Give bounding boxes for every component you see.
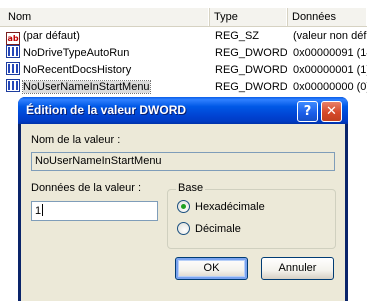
value-name-field: NoUserNameInStartMenu (31, 152, 335, 171)
radio-checked-icon (177, 200, 190, 213)
value-type: REG_DWORD (215, 64, 287, 76)
value-type: REG_DWORD (215, 47, 287, 59)
value-name: NoUserNameInStartMenu (22, 80, 151, 94)
value-type: REG_SZ (215, 30, 260, 42)
base-group: Base Hexadécimale Décimale (167, 182, 336, 249)
value-name: NoDriveTypeAutoRun (23, 47, 130, 59)
dialog-title: Édition de la valeur DWORD (26, 103, 187, 117)
close-icon: ✕ (326, 104, 337, 119)
edit-dword-dialog: Édition de la valeur DWORD ? ✕ Nom de la… (18, 97, 348, 301)
string-value-icon: ab (6, 32, 20, 45)
value-name: (par défaut) (23, 30, 80, 42)
column-header-name[interactable]: Nom (0, 8, 210, 26)
dialog-title-bar[interactable]: Édition de la valeur DWORD ? ✕ (18, 97, 348, 124)
cancel-button[interactable]: Annuler (261, 257, 334, 280)
hexadecimal-radio-label: Hexadécimale (195, 201, 265, 213)
radio-unchecked-icon (177, 222, 190, 235)
ok-button[interactable]: OK (175, 257, 248, 280)
value-data: 0x00000091 (145) (293, 47, 367, 59)
dword-value-icon (6, 62, 20, 75)
decimal-radio-label: Décimale (195, 223, 241, 235)
list-item[interactable]: ab(par défaut) REG_SZ (valeur non défini… (0, 28, 367, 45)
value-name: NoRecentDocsHistory (23, 64, 132, 76)
dword-value-icon (6, 45, 20, 58)
value-data: (valeur non définie) (293, 30, 367, 42)
list-item[interactable]: NoRecentDocsHistory REG_DWORD 0x00000001… (0, 62, 367, 78)
value-data: 0x00000000 (0) (293, 81, 367, 93)
help-icon: ? (303, 104, 312, 119)
list-item-selected[interactable]: NoUserNameInStartMenu REG_DWORD 0x000000… (0, 79, 367, 95)
list-item[interactable]: NoDriveTypeAutoRun REG_DWORD 0x00000091 … (0, 45, 367, 61)
help-button[interactable]: ? (297, 101, 318, 122)
list-header: Nom Type Données (0, 8, 367, 27)
dword-value-icon (6, 79, 20, 92)
text-caret (42, 204, 44, 216)
column-header-type[interactable]: Type (210, 8, 288, 26)
value-data-label: Données de la valeur : (31, 182, 142, 194)
base-group-legend: Base (176, 182, 206, 194)
value-data: 0x00000001 (1) (293, 64, 367, 76)
dialog-body: Nom de la valeur : NoUserNameInStartMenu… (21, 124, 345, 301)
column-header-data[interactable]: Données (288, 8, 367, 26)
value-data-text: 1 (35, 205, 42, 217)
value-type: REG_DWORD (215, 81, 287, 93)
value-name-label: Nom de la valeur : (31, 134, 121, 146)
close-button[interactable]: ✕ (321, 101, 342, 122)
value-data-input[interactable]: 1 (31, 201, 158, 221)
